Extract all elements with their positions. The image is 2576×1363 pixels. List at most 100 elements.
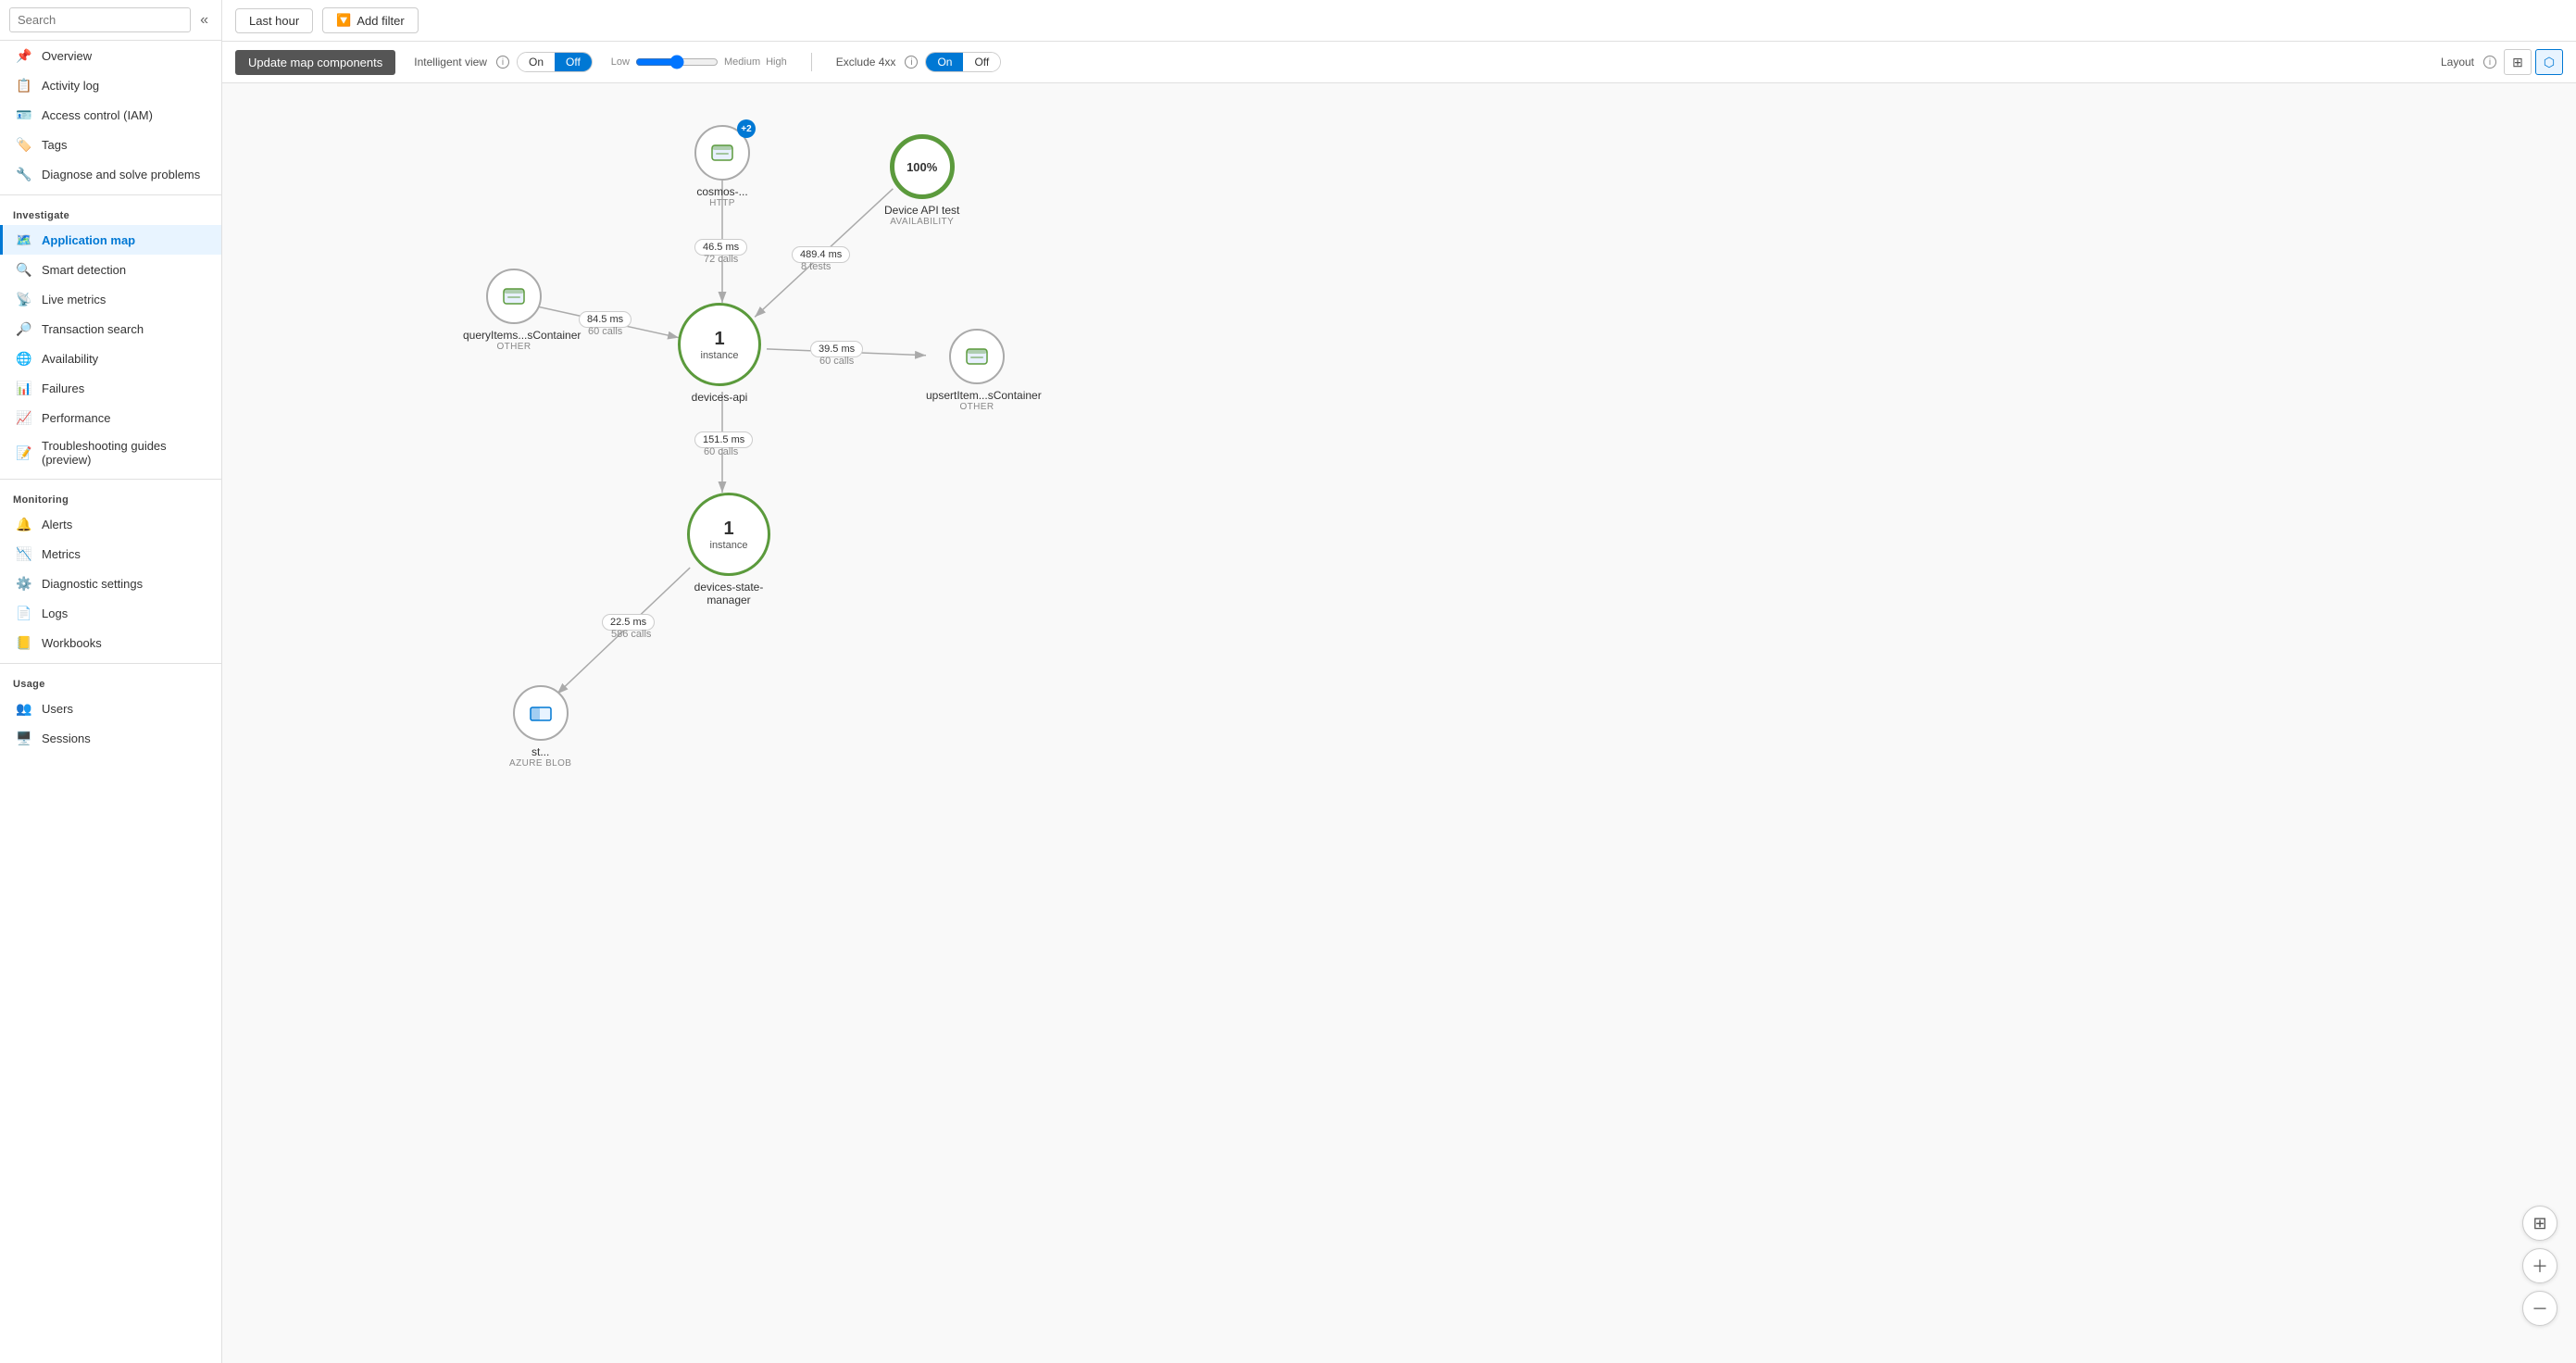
sidebar-label-performance: Performance xyxy=(42,411,110,425)
sidebar-item-sessions[interactable]: 🖥️ Sessions xyxy=(0,723,221,753)
fit-view-button[interactable]: ⊞ xyxy=(2522,1206,2557,1241)
sidebar-label-alerts: Alerts xyxy=(42,518,72,531)
map-node-queryitems[interactable]: queryItems...sContainer OTHER xyxy=(463,269,565,352)
sidebar-label-users: Users xyxy=(42,702,73,716)
sidebar-icon-live-metrics: 📡 xyxy=(16,291,32,307)
exclude-4xx-off[interactable]: Off xyxy=(963,53,1000,71)
exclude-4xx-on[interactable]: On xyxy=(926,53,963,71)
sidebar-icon-performance: 📈 xyxy=(16,409,32,426)
intelligent-view-on[interactable]: On xyxy=(518,53,555,71)
sidebar-item-performance[interactable]: 📈 Performance xyxy=(0,403,221,432)
sidebar-label-metrics: Metrics xyxy=(42,547,81,561)
layout-control: Layout i ⊞ ⬡ xyxy=(2441,49,2563,75)
time-filter-button[interactable]: Last hour xyxy=(235,8,313,33)
sidebar-item-workbooks[interactable]: 📒 Workbooks xyxy=(0,628,221,657)
sidebar-item-users[interactable]: 👥 Users xyxy=(0,694,221,723)
sidebar-item-alerts[interactable]: 🔔 Alerts xyxy=(0,509,221,539)
db-circle: +2 xyxy=(694,125,750,181)
sidebar-icon-logs: 📄 xyxy=(16,605,32,621)
layout-grid-button[interactable]: ⊞ xyxy=(2504,49,2532,75)
response-time-slider[interactable] xyxy=(635,55,719,69)
map-node-cosmos[interactable]: +2 cosmos-... HTTP xyxy=(694,125,750,208)
sidebar-item-troubleshooting[interactable]: 📝 Troubleshooting guides (preview) xyxy=(0,432,221,473)
sidebar-icon-troubleshooting: 📝 xyxy=(16,444,32,461)
node-label-cosmos: cosmos-... xyxy=(696,185,747,198)
sidebar-item-smart-detection[interactable]: 🔍 Smart detection xyxy=(0,255,221,284)
sidebar-item-tags[interactable]: 🏷️ Tags xyxy=(0,130,221,159)
search-input[interactable] xyxy=(9,7,191,32)
map-svg xyxy=(222,83,2576,1363)
sidebar-item-diagnostic-settings[interactable]: ⚙️ Diagnostic settings xyxy=(0,569,221,598)
sidebar-label-activity-log: Activity log xyxy=(42,79,99,93)
map-node-devices-api[interactable]: 1 instance devices-api xyxy=(678,303,761,404)
sidebar-label-diagnose: Diagnose and solve problems xyxy=(42,168,200,181)
sidebar-item-access-control[interactable]: 🪪 Access control (IAM) xyxy=(0,100,221,130)
zoom-controls: ⊞ ＋ － xyxy=(2522,1206,2557,1326)
add-filter-button[interactable]: 🔽 Add filter xyxy=(322,7,419,33)
exclude-4xx-label: Exclude 4xx xyxy=(836,56,896,69)
intelligent-view-off[interactable]: Off xyxy=(555,53,592,71)
map-node-device-api-test[interactable]: 100% Device API test AVAILABILITY xyxy=(884,134,959,227)
db-circle xyxy=(486,269,542,324)
sidebar-investigate-items: 🗺️ Application map🔍 Smart detection📡 Liv… xyxy=(0,225,221,473)
sidebar-icon-diagnostic-settings: ⚙️ xyxy=(16,575,32,592)
sidebar-item-transaction-search[interactable]: 🔎 Transaction search xyxy=(0,314,221,344)
zoom-out-button[interactable]: － xyxy=(2522,1291,2557,1326)
map-node-upsertitem[interactable]: upsertItem...sContainer OTHER xyxy=(926,329,1028,412)
exclude-4xx-toggle: On Off xyxy=(925,52,1001,72)
sidebar-icon-overview: 📌 xyxy=(16,47,32,64)
sidebar-icon-users: 👥 xyxy=(16,700,32,717)
map-node-st-blob[interactable]: st... AZURE BLOB xyxy=(509,685,571,769)
map-node-devices-state-manager[interactable]: 1 instance devices-state-manager xyxy=(678,493,780,606)
sidebar-label-smart-detection: Smart detection xyxy=(42,263,126,277)
map-area: 46.5 ms72 calls489.4 ms8 tests84.5 ms60 … xyxy=(222,83,2576,1363)
map-controls: Update map components Intelligent view i… xyxy=(222,42,2576,83)
sidebar-item-activity-log[interactable]: 📋 Activity log xyxy=(0,70,221,100)
collapse-button[interactable]: « xyxy=(196,8,212,32)
sidebar-icon-availability: 🌐 xyxy=(16,350,32,367)
slider-high-label: High xyxy=(766,56,787,68)
sidebar-label-application-map: Application map xyxy=(42,233,135,247)
slider-low-label: Low xyxy=(611,56,630,68)
layout-label: Layout xyxy=(2441,56,2474,69)
sidebar-label-diagnostic-settings: Diagnostic settings xyxy=(42,577,143,591)
search-box: « xyxy=(0,0,221,41)
sidebar-item-availability[interactable]: 🌐 Availability xyxy=(0,344,221,373)
sidebar-icon-application-map: 🗺️ xyxy=(16,231,32,248)
sidebar-item-logs[interactable]: 📄 Logs xyxy=(0,598,221,628)
sidebar-item-failures[interactable]: 📊 Failures xyxy=(0,373,221,403)
divider-monitoring xyxy=(0,479,221,480)
sidebar-icon-workbooks: 📒 xyxy=(16,634,32,651)
sidebar-label-failures: Failures xyxy=(42,381,84,395)
node-sublabel-device-api-test: AVAILABILITY xyxy=(890,217,954,227)
availability-circle: 100% xyxy=(890,134,955,199)
sidebar-label-access-control: Access control (IAM) xyxy=(42,108,153,122)
sidebar-item-metrics[interactable]: 📉 Metrics xyxy=(0,539,221,569)
node-label-devices-state-manager: devices-state-manager xyxy=(678,581,780,606)
sidebar-icon-smart-detection: 🔍 xyxy=(16,261,32,278)
intelligent-view-control: Intelligent view i On Off xyxy=(414,52,593,72)
toolbar: Last hour 🔽 Add filter xyxy=(222,0,2576,42)
node-sublabel-upsertitem: OTHER xyxy=(960,402,994,412)
sidebar-label-sessions: Sessions xyxy=(42,732,91,745)
exclude-4xx-info-icon[interactable]: i xyxy=(905,56,918,69)
node-sublabel-queryitems: OTHER xyxy=(497,342,531,352)
update-map-button[interactable]: Update map components xyxy=(235,50,395,75)
intelligent-view-info-icon[interactable]: i xyxy=(496,56,509,69)
sidebar-item-live-metrics[interactable]: 📡 Live metrics xyxy=(0,284,221,314)
zoom-in-button[interactable]: ＋ xyxy=(2522,1248,2557,1283)
add-filter-icon: 🔽 xyxy=(336,13,351,28)
sidebar-top-items: 📌 Overview📋 Activity log🪪 Access control… xyxy=(0,41,221,189)
main-content: Last hour 🔽 Add filter Update map compon… xyxy=(222,0,2576,1363)
slider-medium-label: Medium xyxy=(724,56,760,68)
intelligent-view-toggle: On Off xyxy=(517,52,593,72)
db-badge: +2 xyxy=(737,119,756,138)
divider-usage xyxy=(0,663,221,664)
layout-info-icon[interactable]: i xyxy=(2483,56,2496,69)
node-label-st-blob: st... xyxy=(531,745,549,758)
layout-network-button[interactable]: ⬡ xyxy=(2535,49,2563,75)
vertical-divider xyxy=(811,53,812,71)
sidebar-item-overview[interactable]: 📌 Overview xyxy=(0,41,221,70)
sidebar-item-application-map[interactable]: 🗺️ Application map xyxy=(0,225,221,255)
sidebar-item-diagnose[interactable]: 🔧 Diagnose and solve problems xyxy=(0,159,221,189)
